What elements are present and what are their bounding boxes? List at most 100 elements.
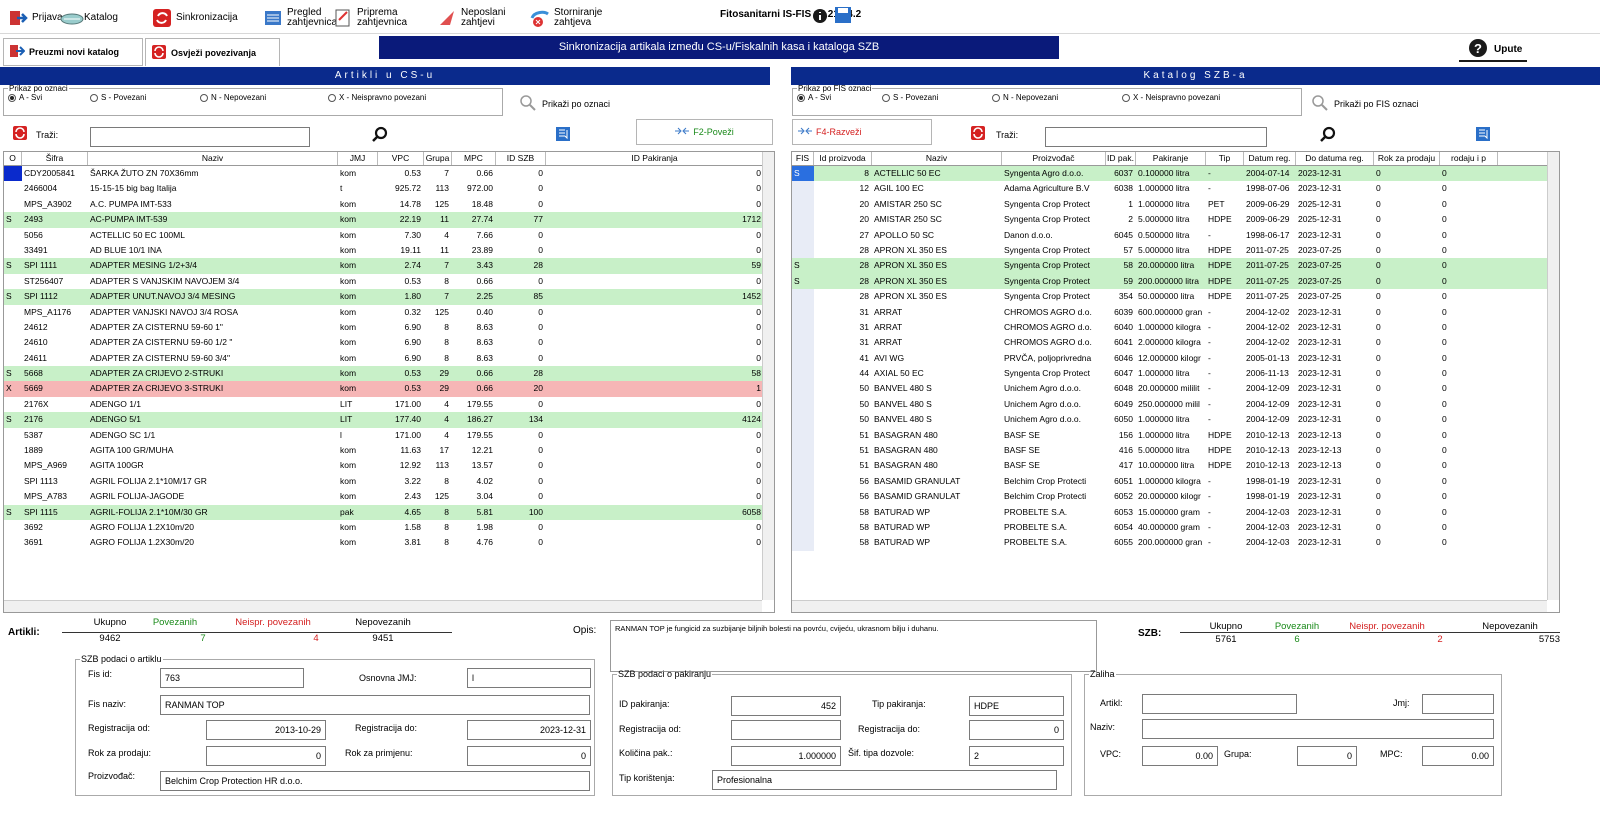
left-col-header[interactable]: ID Pakiranja [546, 152, 764, 165]
left-show-by-button[interactable]: Prikaži po oznaci [520, 95, 610, 113]
pack-id-field[interactable]: 452 [731, 696, 841, 716]
right-table-row[interactable]: 31 ARRAT CHROMOS AGRO d.o. 6041 2.000000 kil… [792, 335, 1559, 351]
left-col-header[interactable]: ID SZB [496, 152, 546, 165]
left-col-header[interactable]: O [4, 152, 22, 165]
right-refresh-icon[interactable] [970, 125, 986, 143]
unlink-button[interactable]: F4-Razveži [792, 119, 932, 145]
link-button[interactable]: F2-Poveži [636, 119, 773, 145]
toolbar-prepare[interactable]: Priprema zahtjevnica [333, 5, 407, 31]
left-radio-unlinked[interactable]: N - Nepovezani [200, 93, 328, 102]
right-radio-invalid[interactable]: X - Neispravno povezani [1122, 93, 1220, 102]
left-table-row[interactable]: 24611 ADAPTER ZA CISTERNU 59-60 3/4" kom 6.… [4, 351, 774, 366]
left-table-row[interactable]: S SPI 1112 ADAPTER UNUT.NAVOJ 3/4 MESING ko… [4, 289, 774, 305]
right-radio-unlinked[interactable]: N - Nepovezani [992, 93, 1122, 102]
save-icon[interactable] [834, 6, 852, 26]
left-sort-icon[interactable] [555, 126, 571, 144]
right-table-row[interactable]: 28 APRON XL 350 ES Syngenta Crop Protect 35… [792, 289, 1559, 305]
toolbar-sync[interactable]: Sinkronizacija [152, 5, 238, 31]
toolbar-cancel[interactable]: Storniranje zahtjeva [530, 5, 602, 31]
left-table-row[interactable]: S 2493 AC-PUMPA IMT-539 kom 22.19 11 27.74 77 17… [4, 212, 774, 228]
stock-article-field[interactable] [1142, 694, 1297, 714]
right-col-header[interactable]: Do datuma reg. [1296, 152, 1374, 165]
right-table-row[interactable]: 41 AVI WG PRVČA, poljoprivredna 6046 12.0000… [792, 350, 1559, 367]
left-table-row[interactable]: CDY2005841 ŠARKA ŽUTO ZN 70X36mm kom 0.53 7 0… [4, 166, 774, 182]
left-find-icon[interactable] [372, 126, 388, 144]
right-find-icon[interactable] [1320, 126, 1336, 144]
right-table-row[interactable]: 50 BANVEL 480 S Unichem Agro d.o.o. 6048 20.… [792, 381, 1559, 397]
right-search-input[interactable] [1045, 127, 1267, 147]
left-table-row[interactable]: 5387 ADENGO SC 1/1 l 171.00 4 179.55 0 0 [4, 428, 774, 443]
left-col-header[interactable]: Naziv [88, 152, 338, 165]
left-table-row[interactable]: S 2176 ADENGO 5/1 LIT 177.40 4 186.27 134 4124 [4, 412, 774, 428]
pack-reg-from-field[interactable] [731, 720, 841, 740]
right-table-row[interactable]: S 28 APRON XL 350 ES Syngenta Crop Protect 5… [792, 273, 1559, 290]
left-table-row[interactable]: X 5669 ADAPTER ZA CRIJEVO 3-STRUKI kom 0.53 2… [4, 381, 774, 397]
left-col-header[interactable]: MPC [452, 152, 496, 165]
fis-name-field[interactable]: RANMAN TOP [160, 695, 590, 715]
pack-type-field[interactable]: HDPE [969, 696, 1064, 716]
right-col-header[interactable]: Id proizvoda [814, 152, 872, 165]
left-table-row[interactable]: S SPI 1115 AGRIL-FOLIJA 2.1*10M/30 GR pak 4.… [4, 504, 774, 520]
help-button[interactable]: ? Upute [1468, 38, 1522, 61]
right-table-row[interactable]: 27 APOLLO 50 SC Danon d.o.o. 6045 0.500000 l… [792, 227, 1559, 243]
left-table-row[interactable]: 3691 AGRO FOLIJA 1.2X30m/20 kom 3.81 8 4.76 0 0 [4, 535, 774, 550]
right-table-row[interactable]: 12 AGIL 100 EC Adama Agriculture B.V 6038 1.… [792, 181, 1559, 197]
left-horizontal-scrollbar[interactable] [4, 600, 762, 612]
left-table-row[interactable]: 2466004 15-15-15 big bag Italija t 925.72 11… [4, 181, 774, 196]
right-col-header[interactable]: rodaju i p [1440, 152, 1498, 165]
right-table-row[interactable]: 51 BASAGRAN 480 BASF SE 156 1.000000 litra HD… [792, 427, 1559, 444]
toolbar-login[interactable]: Prijava [8, 5, 63, 31]
left-table-row[interactable]: 24610 ADAPTER ZA CISTERNU 59-60 1/2 " kom 6… [4, 335, 774, 350]
left-col-header[interactable]: Šifra [22, 152, 88, 165]
right-col-header[interactable]: Rok za prodaju [1374, 152, 1440, 165]
left-table-row[interactable]: 3692 AGRO FOLIJA 1.2X10m/20 kom 1.58 8 1.98 0 0 [4, 520, 774, 535]
article-reg-to-field[interactable]: 2023-12-31 [467, 720, 591, 740]
left-search-input[interactable] [90, 127, 310, 147]
right-col-header[interactable]: FIS [792, 152, 814, 165]
right-table-row[interactable]: 58 BATURAD WP PROBELTE S.A. 6053 15.000000 g… [792, 504, 1559, 520]
left-table-row[interactable]: MPS_A783 AGRIL FOLIJA-JAGODE kom 2.43 125 3.0… [4, 489, 774, 504]
right-table-row[interactable]: 51 BASAGRAN 480 BASF SE 417 10.000000 litra H… [792, 458, 1559, 474]
stock-unit-field[interactable] [1422, 694, 1494, 714]
left-table-row[interactable]: 33491 AD BLUE 10/1 INA kom 19.11 11 23.89 0 0 [4, 243, 774, 258]
right-table-row[interactable]: 44 AXIAL 50 EC Syngenta Crop Protect 6047 1.… [792, 366, 1559, 382]
refresh-links-button[interactable]: Osvježi povezivanja [145, 38, 280, 66]
left-table-row[interactable]: MPS_A969 AGITA 100GR kom 12.92 113 13.57 0 0 [4, 458, 774, 473]
pack-qty-field[interactable]: 1.000000 [731, 746, 841, 766]
toolbar-review[interactable]: Pregled zahtjevnica [263, 5, 337, 31]
stock-name-field[interactable] [1142, 719, 1494, 739]
right-col-header[interactable]: Pakiranje [1136, 152, 1206, 165]
right-table-row[interactable]: 56 BASAMID GRANULAT Belchim Crop Protecti 6… [792, 473, 1559, 490]
right-horizontal-scrollbar[interactable] [792, 600, 1547, 612]
right-table-row[interactable]: 20 AMISTAR 250 SC Syngenta Crop Protect 2 5.… [792, 212, 1559, 228]
download-catalog-button[interactable]: Preuzmi novi katalog [3, 38, 143, 66]
right-col-header[interactable]: ID pak. [1106, 152, 1136, 165]
right-table-row[interactable]: 58 BATURAD WP PROBELTE S.A. 6055 200.000000 … [792, 535, 1559, 551]
right-col-header[interactable]: Datum reg. [1244, 152, 1296, 165]
left-table-row[interactable]: MPS_A1176 ADAPTER VANJSKI NAVOJ 3/4 ROSA k… [4, 305, 774, 320]
right-col-header[interactable]: Proizvođač [1002, 152, 1106, 165]
permit-type-field[interactable]: 2 [969, 746, 1064, 766]
stock-mpc-field[interactable]: 0.00 [1422, 746, 1494, 766]
stock-group-field[interactable]: 0 [1297, 746, 1357, 766]
left-articles-table[interactable]: O Šifra Naziv JMJ VPC Grupa MPC ID SZB ID Pakira… [3, 151, 775, 613]
left-table-row[interactable]: S SPI 1111 ADAPTER MESING 1/2+3/4 kom 2.74 7 3… [4, 258, 774, 274]
right-catalog-table[interactable]: FIS Id proizvoda Naziv Proizvođač ID pak. Pak… [791, 151, 1560, 613]
fis-id-field[interactable]: 763 [160, 668, 304, 688]
right-table-row[interactable]: 20 AMISTAR 250 SC Syngenta Crop Protect 1 1.… [792, 196, 1559, 213]
left-table-row[interactable]: 24612 ADAPTER ZA CISTERNU 59-60 1" kom 6.90… [4, 320, 774, 335]
right-radio-linked[interactable]: S - Povezani [882, 93, 992, 102]
left-table-row[interactable]: 5056 ACTELLIC 50 EC 100ML kom 7.30 4 7.66 0 0 [4, 228, 774, 243]
right-table-row[interactable]: 50 BANVEL 480 S Unichem Agro d.o.o. 6050 1.0… [792, 412, 1559, 428]
stock-vpc-field[interactable]: 0.00 [1142, 746, 1218, 766]
right-table-row[interactable]: 31 ARRAT CHROMOS AGRO d.o. 6040 1.000000 kil… [792, 319, 1559, 336]
left-radio-all[interactable]: A - Svi [8, 93, 90, 102]
toolbar-unsent[interactable]: Neposlani zahtjevi [437, 5, 505, 31]
description-box[interactable]: RANMAN TOP je fungicid za suzbijanje bil… [610, 620, 1097, 672]
right-table-row[interactable]: S 8 ACTELLIC 50 EC Syngenta Agro d.o.o. 6037… [792, 166, 1559, 182]
usage-type-field[interactable]: Profesionalna [712, 770, 1057, 790]
left-table-row[interactable]: MPS_A3902 A.C. PUMPA IMT-533 kom 14.78 125 18… [4, 197, 774, 212]
pack-reg-to-field[interactable]: 0 [969, 720, 1064, 740]
info-icon[interactable] [812, 8, 828, 26]
toolbar-catalog[interactable]: Katalog [60, 5, 118, 31]
